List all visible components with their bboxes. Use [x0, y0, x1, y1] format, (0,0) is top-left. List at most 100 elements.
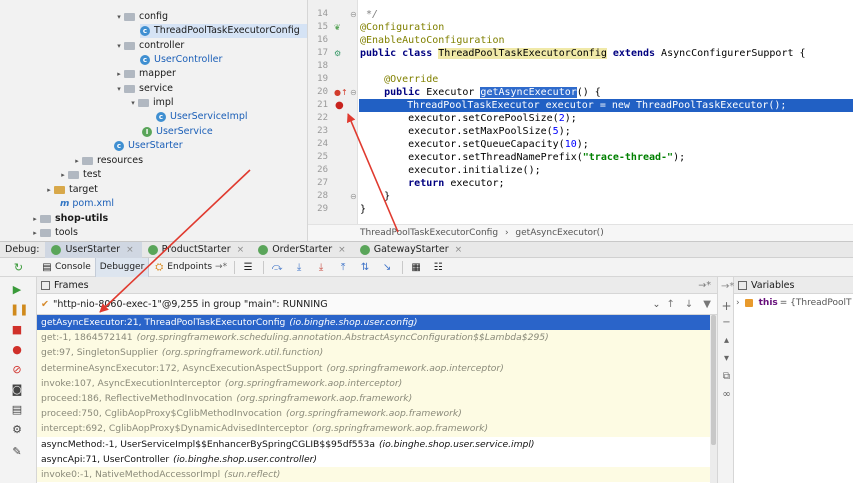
- thread-selector[interactable]: ✔ "http-nio-8060-exec-1"@9,255 in group …: [37, 294, 717, 315]
- pause-icon[interactable]: ❚❚: [10, 303, 28, 317]
- arrow-down-icon[interactable]: ▾: [721, 353, 732, 365]
- tab-productstarter[interactable]: ProductStarter ×: [142, 242, 253, 258]
- pin-tab-icon[interactable]: ✎: [10, 445, 24, 459]
- fold-icon[interactable]: ⊖: [350, 190, 357, 203]
- chevron-down-icon[interactable]: ⌄: [653, 299, 661, 310]
- editor-gutter[interactable]: 14 15 16 17 18 19 20 21 22 23 24 25 26 2…: [308, 0, 358, 224]
- copy-icon[interactable]: ⧉: [721, 371, 732, 383]
- layout-settings-icon[interactable]: ☷: [428, 258, 450, 277]
- step-into-icon[interactable]: ⤓: [289, 258, 311, 277]
- override-method-icon[interactable]: ●↑: [334, 86, 348, 99]
- close-icon[interactable]: ×: [338, 245, 346, 255]
- frame-row[interactable]: get:-1, 1864572141 (org.springframework.s…: [37, 330, 717, 346]
- tree-item-resources[interactable]: ▸ resources: [72, 154, 143, 168]
- tree-item-config[interactable]: ▾ config: [114, 10, 168, 24]
- camera-icon[interactable]: ◙: [10, 383, 24, 397]
- breadcrumb-method[interactable]: getAsyncExecutor(): [515, 228, 603, 238]
- force-step-into-icon[interactable]: ⤓: [311, 258, 333, 277]
- mute-breakpoints-icon[interactable]: ⊘: [10, 363, 24, 377]
- tree-item-label: UserService: [156, 126, 213, 137]
- filter-icon[interactable]: ▼: [703, 299, 711, 310]
- view-breakpoints-icon[interactable]: ●: [10, 343, 24, 357]
- tree-item-userserviceimpl[interactable]: c UserServiceImpl: [156, 110, 248, 124]
- run-to-cursor-icon[interactable]: ↘: [377, 258, 399, 277]
- code-line-29: }: [360, 203, 366, 216]
- tree-item-impl[interactable]: ▾ impl: [128, 96, 173, 110]
- step-out-icon[interactable]: ⤒: [333, 258, 355, 277]
- breadcrumb-class[interactable]: ThreadPoolTaskExecutorConfig: [360, 228, 498, 238]
- glasses-icon[interactable]: ∞: [721, 389, 732, 401]
- frame-row[interactable]: determineAsyncExecutor:172, AsyncExecuti…: [37, 360, 717, 376]
- frame-row[interactable]: invoke:107, AsyncExecutionInterceptor (or…: [37, 375, 717, 391]
- tab-userstarter[interactable]: UserStarter ×: [45, 241, 142, 258]
- tree-item-mapper[interactable]: ▸ mapper: [114, 67, 176, 81]
- tab-label: OrderStarter: [272, 244, 333, 255]
- code-editor[interactable]: 14 15 16 17 18 19 20 21 22 23 24 25 26 2…: [308, 0, 853, 241]
- spring-config-icon[interactable]: ⚙: [334, 47, 341, 60]
- divider: [402, 260, 404, 274]
- tree-item-userservice[interactable]: I UserService: [142, 125, 213, 139]
- frame-row[interactable]: invoke0:-1, NativeMethodAccessorImpl (sun…: [37, 466, 717, 483]
- drop-frame-icon[interactable]: ⇅: [355, 258, 377, 277]
- scrollbar-thumb[interactable]: [711, 315, 716, 445]
- tree-item-label: service: [139, 83, 174, 94]
- variable-row[interactable]: › this = {ThreadPoolT: [736, 298, 851, 308]
- stop-icon[interactable]: ■: [10, 323, 24, 337]
- settings-icon[interactable]: ⚙: [10, 423, 24, 437]
- arrow-up-icon[interactable]: ▴: [721, 335, 732, 347]
- arrow-up-icon[interactable]: ↑: [667, 299, 675, 310]
- frame-row[interactable]: proceed:186, ReflectiveMethodInvocation(…: [37, 390, 717, 407]
- maven-icon: m: [60, 199, 70, 209]
- tab-gatewaystarter[interactable]: GatewayStarter ×: [354, 242, 470, 258]
- chevron-right-icon[interactable]: ›: [736, 298, 740, 308]
- breakpoint-icon[interactable]: ●: [335, 99, 344, 112]
- step-over-icon[interactable]: ⤼: [267, 258, 289, 277]
- arrow-down-icon[interactable]: ↓: [685, 299, 693, 310]
- code-text: executor.setQueueCapacity(: [360, 139, 565, 150]
- close-icon[interactable]: ×: [126, 245, 134, 255]
- pin-icon[interactable]: →*: [698, 280, 711, 291]
- tree-item-threadpool-config[interactable]: c ThreadPoolTaskExecutorConfig: [140, 24, 307, 38]
- frame-row[interactable]: get:97, SingletonSupplier (org.springfram…: [37, 345, 717, 361]
- tree-item-target[interactable]: ▸ target: [44, 183, 98, 197]
- close-icon[interactable]: ×: [455, 245, 463, 255]
- spring-bean-icon[interactable]: ❦: [334, 21, 341, 34]
- remove-icon[interactable]: −: [721, 317, 732, 329]
- console-tab[interactable]: ▤ Console: [37, 258, 95, 277]
- frame-row[interactable]: getAsyncExecutor:21, ThreadPoolTaskExecu…: [37, 315, 717, 331]
- tree-item-controller[interactable]: ▾ controller: [114, 39, 184, 53]
- tree-item-service[interactable]: ▾ service: [114, 82, 173, 96]
- divider: [263, 260, 265, 274]
- tree-item-tools[interactable]: ▸ tools: [30, 226, 78, 240]
- tree-item-test[interactable]: ▸ test: [58, 168, 101, 182]
- debugger-toolbar: ↻ ▤ Console Debugger ⛭ Endpoints →* ☰ ⤼ …: [0, 257, 853, 277]
- tab-orderstarter[interactable]: OrderStarter ×: [252, 242, 354, 258]
- tree-item-shop-utils[interactable]: ▸ shop-utils: [30, 212, 108, 226]
- pin-icon[interactable]: →*: [215, 262, 227, 272]
- frame-row[interactable]: asyncApi:71, UserController (io.binghe.sh…: [37, 451, 717, 467]
- rerun-icon[interactable]: ↻: [0, 258, 37, 277]
- pin-icon[interactable]: →*: [721, 281, 734, 293]
- frame-row[interactable]: asyncMethod:-1, UserServiceImpl$$Enhance…: [37, 436, 717, 452]
- fold-icon[interactable]: ⊖: [350, 86, 357, 99]
- tree-item-userstarter[interactable]: c UserStarter: [114, 139, 183, 153]
- module-folder-icon: [40, 215, 51, 223]
- resume-icon[interactable]: ▶: [10, 283, 24, 297]
- close-icon[interactable]: ×: [237, 245, 245, 255]
- evaluate-expression-icon[interactable]: ▦: [406, 258, 428, 277]
- debugger-tab[interactable]: Debugger: [94, 257, 150, 277]
- endpoints-tab[interactable]: ⛭ Endpoints →*: [149, 258, 231, 277]
- menu-icon[interactable]: ☰: [238, 258, 260, 277]
- frame-row[interactable]: proceed:750, CglibAopProxy$CglibMethodIn…: [37, 406, 717, 422]
- frame-row[interactable]: intercept:692, CglibAopProxy$DynamicAdvi…: [37, 421, 717, 437]
- restore-layout-icon[interactable]: ▤: [10, 403, 24, 417]
- chevron-down-icon: ▾: [131, 99, 135, 107]
- tree-item-usercontroller[interactable]: c UserController: [140, 53, 222, 67]
- tree-item-pom[interactable]: m pom.xml: [60, 197, 114, 211]
- fold-icon[interactable]: ⊖: [350, 8, 357, 21]
- add-icon[interactable]: +: [721, 299, 732, 313]
- frames-scrollbar[interactable]: [710, 315, 717, 483]
- code-text: () {: [576, 87, 601, 98]
- endpoints-icon: ⛭: [155, 261, 164, 273]
- frame-package: (io.binghe.shop.user.controller): [173, 453, 317, 465]
